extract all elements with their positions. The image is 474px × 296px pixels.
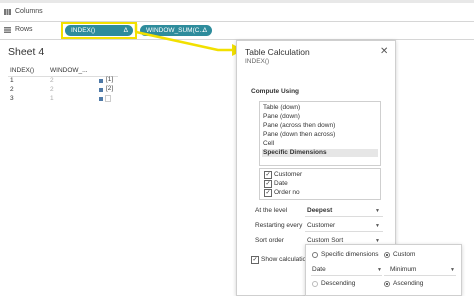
option-specific-dimensions[interactable]: Specific Dimensions	[262, 149, 378, 157]
column-header-window: WINDOW_...	[50, 67, 88, 74]
ascending-label: Ascending	[393, 280, 424, 287]
checkbox-order-no[interactable]: ✓	[264, 189, 272, 197]
callout-arrow	[134, 24, 244, 56]
radio-specific-dimensions[interactable]	[312, 252, 318, 258]
row-value: 2	[50, 86, 54, 93]
at-level-label: At the level	[255, 207, 288, 214]
option-cell[interactable]: Cell	[262, 140, 378, 148]
show-calculation-checkbox[interactable]: ✓	[251, 256, 259, 264]
show-calculation-label: Show calculatio	[261, 256, 307, 263]
columns-shelf[interactable]: Columns	[0, 4, 474, 22]
custom-label: Custom	[393, 251, 416, 258]
sort-order-value: Custom Sort	[307, 237, 344, 244]
dimension-order-no: Order no	[274, 189, 300, 196]
chevron-down-icon: ▼	[450, 267, 455, 273]
row-index: 3	[10, 95, 14, 102]
compute-using-label: Compute Using	[251, 88, 300, 95]
specific-dimensions-label: Specific dimensions	[321, 251, 379, 258]
row-value: 2	[50, 77, 54, 84]
close-icon[interactable]: ✕	[380, 46, 388, 57]
panel-subtitle: INDEX()	[245, 58, 270, 65]
rows-label: Rows	[15, 26, 33, 33]
column-header-index: INDEX()	[10, 67, 35, 74]
option-pane-down[interactable]: Pane (down)	[262, 113, 378, 121]
restarting-label: Restarting every	[255, 222, 303, 229]
delta-icon: Δ	[123, 27, 128, 34]
at-level-dropdown[interactable]: Deepest ▼	[305, 205, 383, 217]
mark-square	[99, 79, 103, 83]
aggregation-value: Minimum	[390, 266, 417, 273]
columns-icon	[4, 9, 11, 15]
field-value: Date	[312, 266, 326, 273]
panel-title: Table Calculation	[245, 47, 310, 57]
dimensions-list: ✓ Customer ✓ Date ✓ Order no	[259, 168, 381, 200]
compute-using-list[interactable]: Table (down) Pane (down) Pane (across th…	[259, 101, 381, 166]
checkbox-date[interactable]: ✓	[264, 180, 272, 188]
chevron-down-icon: ▼	[377, 267, 382, 273]
dimension-date: Date	[274, 180, 288, 187]
index-pill-label: INDEX()	[71, 27, 96, 34]
row-bracket: [1]	[106, 76, 114, 83]
restarting-dropdown[interactable]: Customer ▼	[305, 220, 383, 232]
sheet-title: Sheet 4	[8, 46, 45, 58]
header-divider	[8, 76, 118, 77]
chevron-down-icon: ▼	[375, 208, 380, 214]
option-table-down[interactable]: Table (down)	[262, 104, 378, 112]
mark-square	[99, 97, 103, 101]
rows-icon	[4, 27, 11, 33]
option-pane-across-then-down[interactable]: Pane (across then down)	[262, 122, 378, 130]
index-pill[interactable]: INDEX() Δ	[65, 25, 133, 36]
row-index: 2	[10, 86, 14, 93]
row-index: 1	[10, 77, 14, 84]
checkbox-customer[interactable]: ✓	[264, 171, 272, 179]
dimension-customer: Customer	[274, 171, 303, 178]
columns-label: Columns	[15, 8, 43, 15]
descending-label: Descending	[321, 280, 356, 287]
radio-ascending[interactable]	[384, 281, 390, 287]
at-level-value: Deepest	[307, 207, 333, 214]
empty-bracket	[105, 95, 111, 102]
field-dropdown[interactable]: Date ▼	[311, 264, 382, 276]
row-value: 1	[50, 95, 54, 102]
mark-square	[99, 88, 103, 92]
radio-custom[interactable]	[384, 252, 390, 258]
row-bracket: [2]	[106, 85, 114, 92]
sort-order-label: Sort order	[255, 237, 284, 244]
option-pane-down-then-across[interactable]: Pane (down then across)	[262, 131, 378, 139]
radio-descending[interactable]	[312, 281, 318, 287]
custom-sort-popup: Specific dimensions Custom Date ▼ Minimu…	[305, 244, 462, 296]
chevron-down-icon: ▼	[375, 223, 380, 229]
toolbar-strip	[0, 0, 474, 3]
restarting-value: Customer	[307, 222, 336, 229]
aggregation-dropdown[interactable]: Minimum ▼	[384, 264, 456, 276]
